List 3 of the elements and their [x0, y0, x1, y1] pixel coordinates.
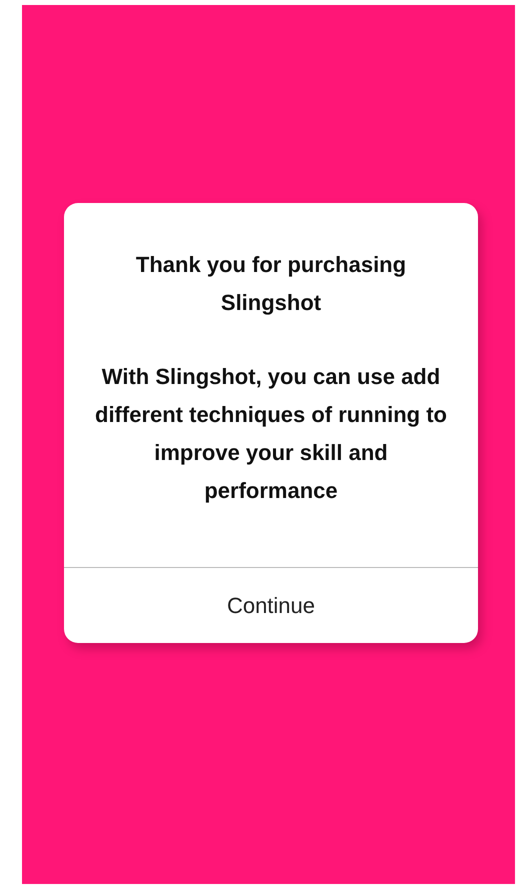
continue-button[interactable]: Continue [64, 567, 478, 643]
dialog-title: Thank you for purchasing Slingshot [134, 251, 408, 317]
dialog-message: With Slingshot, you can use add different techniques of running to improve your skill and performance [94, 363, 448, 505]
